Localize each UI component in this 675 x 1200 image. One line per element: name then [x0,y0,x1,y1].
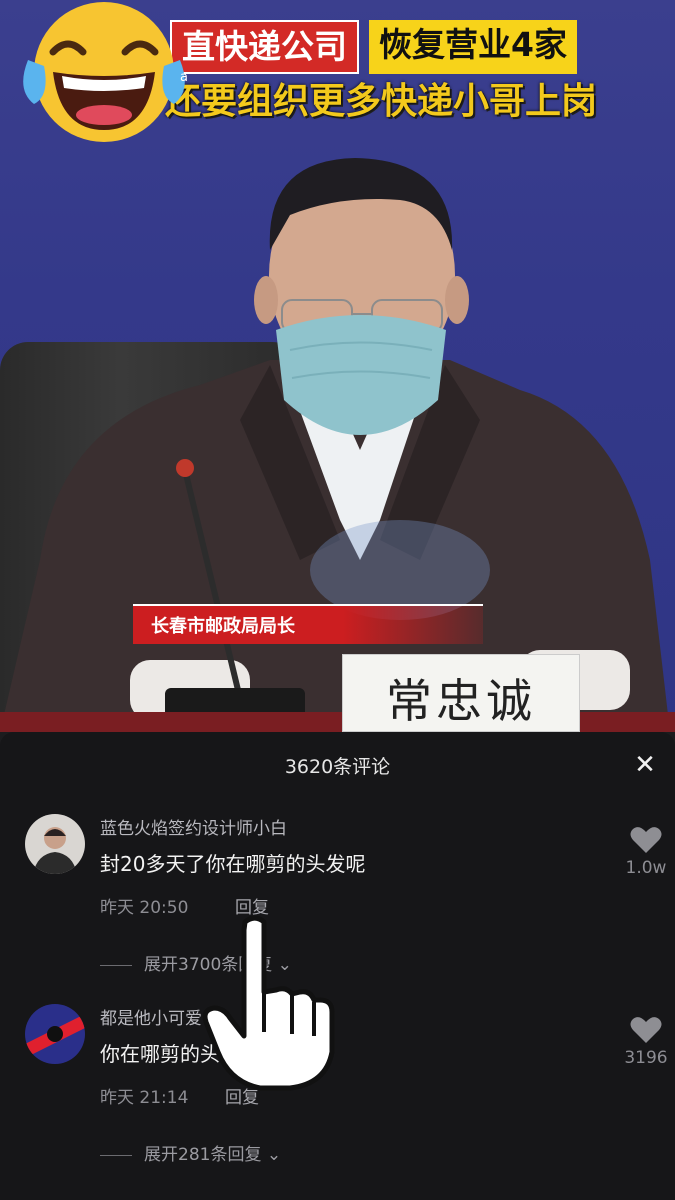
nameplate: 常忠诚 [342,654,580,732]
avatar[interactable] [25,1004,85,1064]
comment-username[interactable]: 蓝色火焰签约设计师小白 [100,814,287,839]
comment-text: 封20多天了你在哪剪的头发呢 [100,852,366,876]
comment-time: 昨天 20:50 [100,898,189,918]
expand-replies-label: 展开281条回复 [144,1145,262,1165]
lower-third-text: 长春市邮政局局长 [151,616,295,637]
headline-red-label: 直快递公司 [170,20,359,74]
headline-subtitle: 还要组织更多快递小哥上岗 [165,81,598,122]
laughing-tears-emoji-icon [23,2,185,142]
nameplate-text: 常忠诚 [386,674,536,728]
comment-time: 昨天 21:14 [100,1088,189,1108]
close-icon[interactable]: ✕ [630,750,660,780]
hand-cursor-icon [202,915,335,1091]
emoji-caption: a [180,70,188,85]
heart-icon [630,1017,662,1043]
comment-username[interactable]: 都是他小可爱 [100,1004,202,1029]
chevron-down-icon: ⌄ [261,1145,282,1165]
comments-count-title: 3620条评论 [284,756,391,778]
expand-replies-button[interactable]: 展开281条回复 ⌄ [100,1140,281,1165]
like-count: 3196 [624,1048,668,1068]
heart-icon [630,827,662,853]
video-player[interactable]: 直快递公司 恢复营业4家 还要组织更多快递小哥上岗 a 长春市邮政局局长 常忠诚 [0,0,675,732]
like-button[interactable]: 1.0w [618,826,674,878]
like-button[interactable]: 3196 [618,1016,674,1068]
like-count: 1.0w [625,858,667,878]
lower-third-banner: 长春市邮政局局长 [133,604,483,644]
headline-yellow-label: 恢复营业4家 [369,20,577,74]
avatar[interactable] [25,814,85,874]
